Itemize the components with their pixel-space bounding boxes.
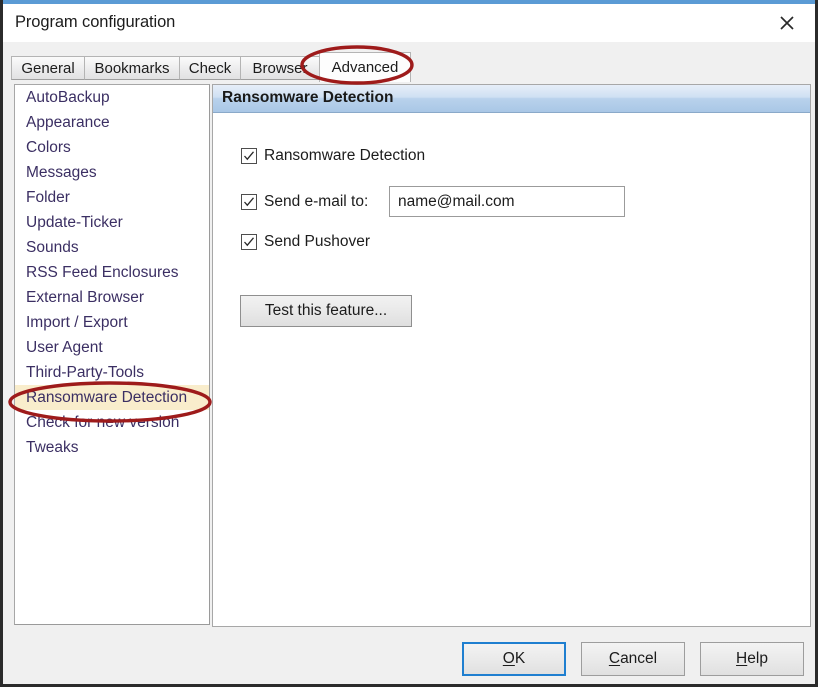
sidebar-item-user-agent[interactable]: User Agent bbox=[15, 335, 209, 360]
sidebar-item-folder[interactable]: Folder bbox=[15, 185, 209, 210]
ok-button-label: OK bbox=[502, 650, 526, 667]
ransomware-detection-checkbox[interactable] bbox=[241, 148, 257, 164]
tab-check[interactable]: Check bbox=[179, 56, 241, 80]
sidebar-item-external-browser[interactable]: External Browser bbox=[15, 285, 209, 310]
window-title: Program configuration bbox=[15, 13, 176, 31]
checkbox-row-send-email[interactable]: Send e-mail to: bbox=[241, 193, 368, 211]
send-email-checkbox[interactable] bbox=[241, 194, 257, 210]
sidebar-item-ransomware-detection[interactable]: Ransomware Detection bbox=[15, 385, 209, 410]
sidebar-item-autobackup[interactable]: AutoBackup bbox=[15, 85, 209, 110]
ok-accel: O bbox=[502, 650, 515, 667]
ransomware-detection-label: Ransomware Detection bbox=[264, 147, 426, 164]
cancel-accel: C bbox=[608, 650, 621, 667]
cancel-button[interactable]: Cancel bbox=[581, 642, 685, 676]
settings-content-panel: Ransomware Detection Ransomware Detectio… bbox=[212, 84, 811, 627]
help-accel: H bbox=[736, 650, 748, 667]
checkbox-row-send-pushover[interactable]: Send Pushover bbox=[241, 233, 370, 251]
help-button-label: Help bbox=[736, 650, 768, 667]
close-icon bbox=[777, 13, 797, 33]
sidebar-item-rss-feed-enclosures[interactable]: RSS Feed Enclosures bbox=[15, 260, 209, 285]
tab-bookmarks[interactable]: Bookmarks bbox=[84, 56, 180, 80]
sidebar-item-third-party-tools[interactable]: Third-Party-Tools bbox=[15, 360, 209, 385]
sidebar-item-colors[interactable]: Colors bbox=[15, 135, 209, 160]
program-configuration-window: Program configuration General Bookmarks Ch… bbox=[0, 0, 818, 687]
ok-button[interactable]: OK bbox=[462, 642, 566, 676]
sidebar-item-check-for-new-version[interactable]: Check for new version bbox=[15, 410, 209, 435]
tab-general[interactable]: General bbox=[11, 56, 85, 80]
tab-browser[interactable]: Browser bbox=[240, 56, 320, 80]
cancel-button-label: Cancel bbox=[608, 650, 658, 667]
sidebar-item-sounds[interactable]: Sounds bbox=[15, 235, 209, 260]
tab-advanced[interactable]: Advanced bbox=[319, 52, 411, 82]
dialog-button-bar: OK Cancel Help bbox=[3, 632, 815, 684]
email-address-input[interactable] bbox=[389, 186, 625, 217]
tab-strip: General Bookmarks Check Browser Advanced bbox=[11, 52, 811, 82]
content-panel-header: Ransomware Detection bbox=[213, 85, 810, 113]
help-button[interactable]: Help bbox=[700, 642, 804, 676]
sidebar-item-appearance[interactable]: Appearance bbox=[15, 110, 209, 135]
sidebar-item-messages[interactable]: Messages bbox=[15, 160, 209, 185]
settings-category-list[interactable]: AutoBackup Appearance Colors Messages Folder… bbox=[14, 84, 210, 625]
sidebar-item-import-export[interactable]: Import / Export bbox=[15, 310, 209, 335]
send-pushover-checkbox[interactable] bbox=[241, 234, 257, 250]
send-email-label: Send e-mail to: bbox=[264, 193, 369, 210]
title-bar: Program configuration bbox=[3, 6, 815, 42]
test-this-feature-button[interactable]: Test this feature... bbox=[240, 295, 412, 327]
sidebar-item-update-ticker[interactable]: Update-Ticker bbox=[15, 210, 209, 235]
content-panel-title: Ransomware Detection bbox=[222, 89, 394, 106]
close-button[interactable] bbox=[765, 6, 809, 40]
checkbox-row-ransomware-detection[interactable]: Ransomware Detection bbox=[241, 147, 425, 165]
sidebar-item-tweaks[interactable]: Tweaks bbox=[15, 435, 209, 460]
send-pushover-label: Send Pushover bbox=[264, 233, 370, 250]
